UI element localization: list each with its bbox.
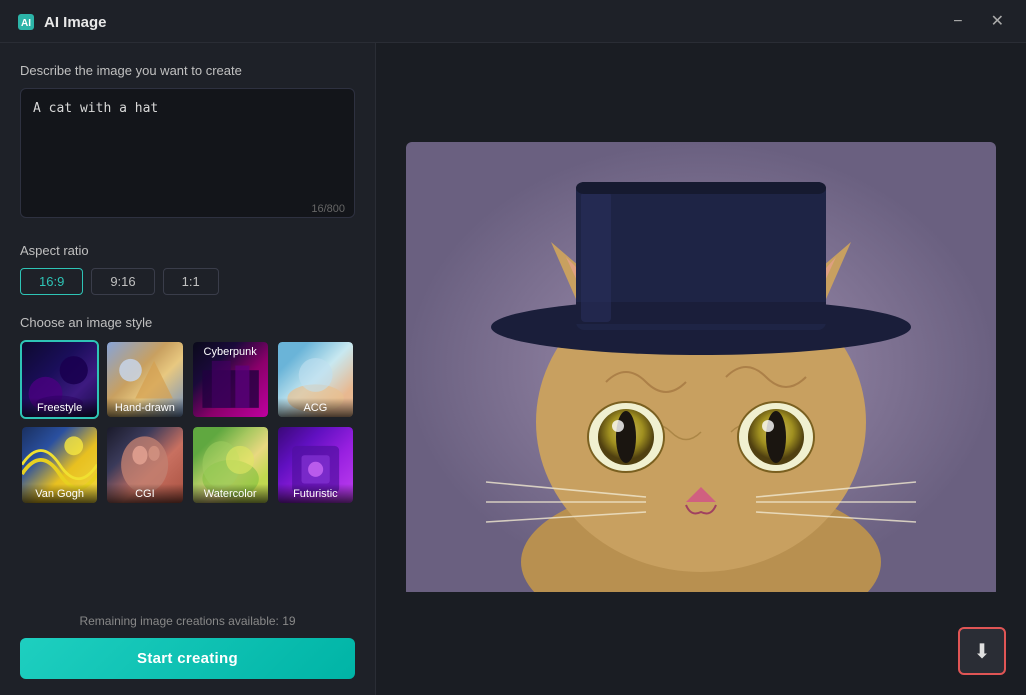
download-button[interactable]: ⬇ (958, 627, 1006, 675)
close-button[interactable]: ✕ (985, 12, 1010, 32)
style-futuristic[interactable]: Futuristic (276, 425, 355, 504)
style-label: Choose an image style (20, 315, 355, 330)
style-vangogh-label: Van Gogh (22, 484, 97, 503)
window-title: AI Image (44, 14, 107, 31)
style-freestyle[interactable]: Freestyle (20, 340, 99, 419)
style-handdrawn-label: Hand-drawn (107, 398, 182, 417)
aspect-16-9[interactable]: 16:9 (20, 268, 83, 295)
style-cgi-label: CGI (107, 484, 182, 503)
style-cyberpunk[interactable]: Cyberpunk (191, 340, 270, 419)
svg-text:AI: AI (21, 18, 31, 29)
right-panel: ⬇ (376, 43, 1026, 695)
start-creating-button[interactable]: Start creating (20, 638, 355, 679)
aspect-label: Aspect ratio (20, 243, 355, 258)
aspect-9-16[interactable]: 9:16 (91, 268, 154, 295)
prompt-wrapper: A cat with a hat 16/800 (20, 88, 355, 223)
aspect-section: Aspect ratio 16:9 9:16 1:1 (20, 243, 355, 295)
main-content: Describe the image you want to create A … (0, 43, 1026, 695)
title-bar: AI AI Image − ✕ (0, 0, 1026, 43)
style-acg-label: ACG (278, 398, 353, 417)
left-panel: Describe the image you want to create A … (0, 43, 376, 695)
prompt-input[interactable]: A cat with a hat (20, 88, 355, 218)
style-futuristic-label: Futuristic (278, 484, 353, 503)
aspect-buttons: 16:9 9:16 1:1 (20, 268, 355, 295)
style-cyberpunk-label: Cyberpunk (193, 346, 268, 358)
style-freestyle-label: Freestyle (22, 398, 97, 417)
main-window: AI AI Image − ✕ Describe the image you w… (0, 0, 1026, 695)
cat-image (406, 142, 996, 592)
remaining-text: Remaining image creations available: 19 (20, 614, 355, 628)
style-section: Choose an image style Freestyle (20, 315, 355, 505)
image-preview (406, 142, 996, 597)
style-watercolor-label: Watercolor (193, 484, 268, 503)
style-acg[interactable]: ACG (276, 340, 355, 419)
style-vangogh[interactable]: Van Gogh (20, 425, 99, 504)
title-bar-left: AI AI Image (16, 12, 107, 32)
style-watercolor[interactable]: Watercolor (191, 425, 270, 504)
char-count: 16/800 (311, 203, 345, 215)
style-cgi[interactable]: CGI (105, 425, 184, 504)
style-handdrawn[interactable]: Hand-drawn (105, 340, 184, 419)
prompt-label: Describe the image you want to create (20, 63, 355, 78)
aspect-1-1[interactable]: 1:1 (163, 268, 219, 295)
download-icon: ⬇ (974, 639, 991, 664)
window-controls: − ✕ (947, 12, 1010, 32)
style-grid: Freestyle Hand-drawn (20, 340, 355, 505)
app-icon: AI (16, 12, 36, 32)
minimize-button[interactable]: − (947, 12, 968, 32)
